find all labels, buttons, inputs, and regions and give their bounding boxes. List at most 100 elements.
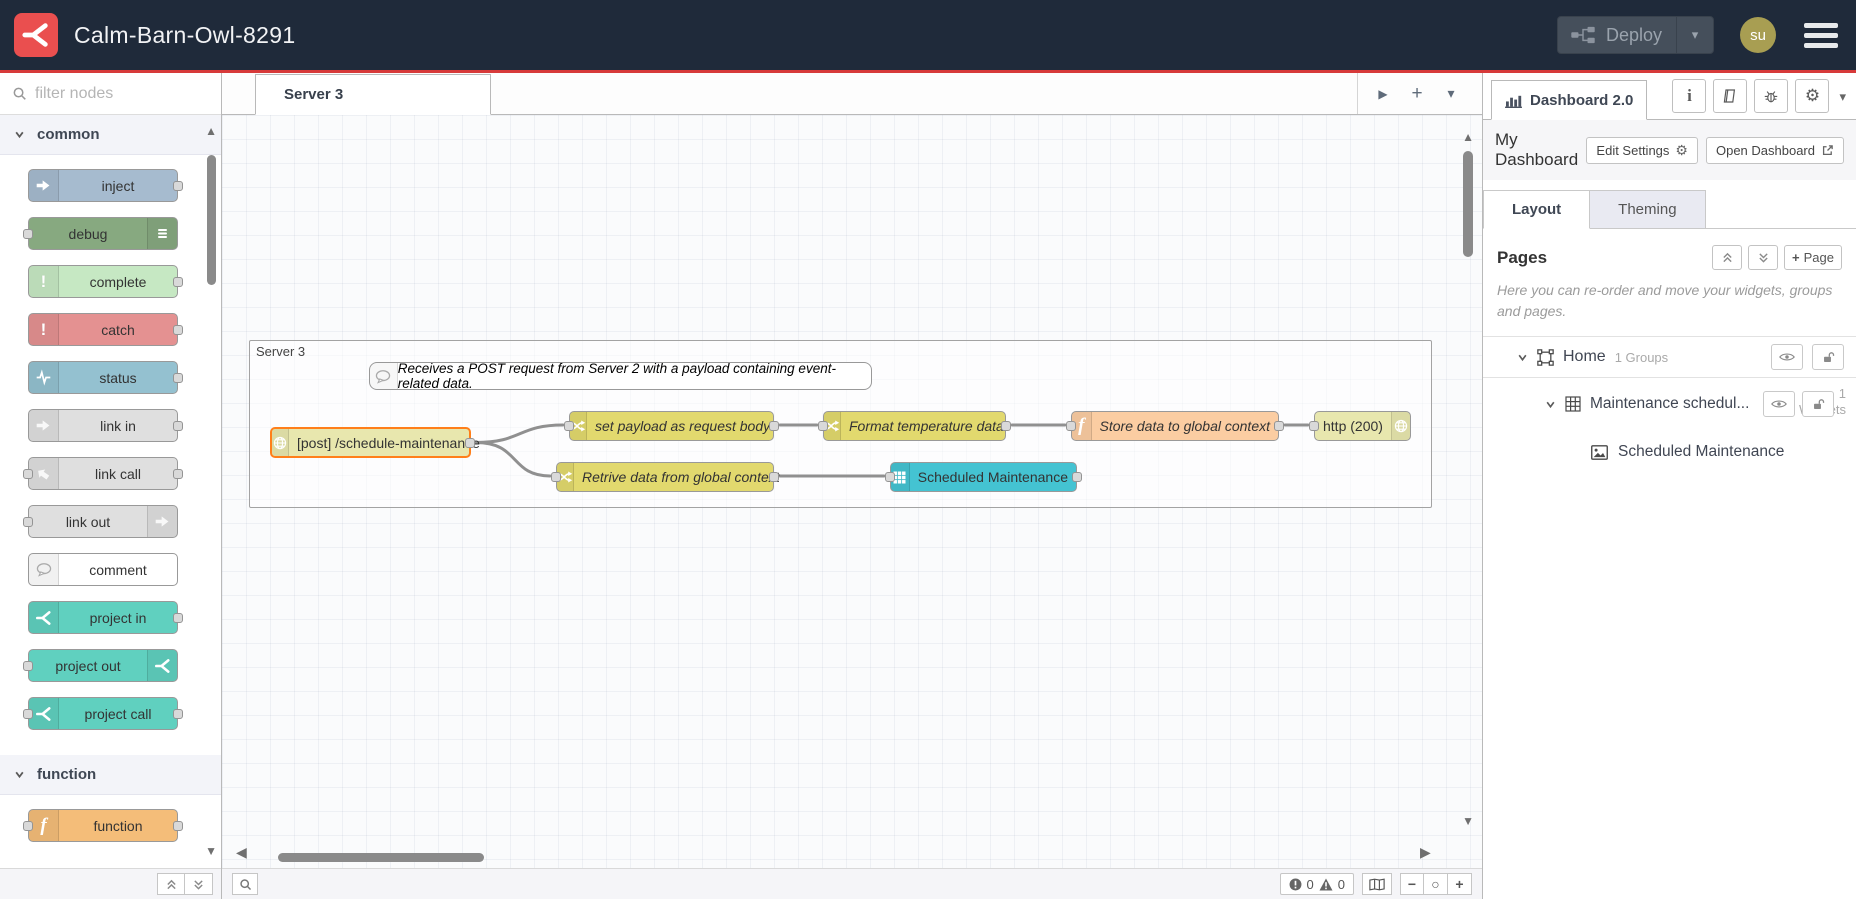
output-port[interactable] — [173, 276, 183, 287]
palette-filter-input[interactable]: filter nodes — [0, 73, 221, 115]
tree-item-maintenance-group[interactable]: Maintenance schedul... 1 Widgets — [1483, 378, 1856, 430]
flow-node-http-in[interactable]: [post] /schedule-maintenance — [270, 427, 480, 458]
canvas-scroll-down-icon[interactable]: ▼ — [1462, 815, 1474, 827]
input-port[interactable] — [818, 421, 828, 431]
output-port[interactable] — [173, 372, 183, 383]
info-button[interactable]: i — [1672, 79, 1707, 113]
sidebar-tab-dashboard[interactable]: Dashboard 2.0 — [1491, 80, 1648, 120]
output-port[interactable] — [173, 612, 183, 623]
zoom-out-button[interactable]: − — [1400, 873, 1424, 895]
palette-scrollbar-thumb[interactable] — [207, 155, 216, 285]
output-port[interactable] — [1001, 421, 1011, 431]
flow-canvas[interactable]: Server 3 Receives a POST request from Se… — [222, 115, 1482, 868]
input-port[interactable] — [23, 516, 33, 527]
output-port[interactable] — [1072, 472, 1082, 482]
flow-node-store-data[interactable]: f Store data to global context — [1066, 411, 1284, 441]
canvas-scroll-up-icon[interactable]: ▲ — [1462, 131, 1474, 143]
tab-layout[interactable]: Layout — [1483, 190, 1591, 229]
output-port[interactable] — [769, 472, 779, 482]
deploy-options-caret-icon[interactable]: ▾ — [1677, 27, 1713, 43]
tab-list-play-icon[interactable]: ▶ — [1368, 87, 1398, 101]
palette-scroll-down-icon[interactable]: ▼ — [205, 845, 217, 857]
visibility-eye-button[interactable] — [1763, 391, 1795, 417]
flowfuse-logo[interactable] — [14, 13, 58, 57]
palette-node-comment[interactable]: comment — [28, 553, 178, 586]
visibility-eye-button[interactable] — [1771, 344, 1803, 370]
input-port[interactable] — [23, 708, 33, 719]
menu-icon[interactable] — [1804, 22, 1838, 48]
output-port[interactable] — [769, 421, 779, 431]
canvas-search-button[interactable] — [232, 873, 258, 895]
tree-item-scheduled-maintenance-widget[interactable]: Scheduled Maintenance — [1483, 430, 1856, 474]
output-port[interactable] — [173, 708, 183, 719]
input-port[interactable] — [1309, 421, 1319, 431]
tree-item-home[interactable]: Home 1 Groups — [1483, 336, 1856, 378]
config-gear-button[interactable]: ⚙ — [1795, 79, 1830, 113]
deploy-button[interactable]: Deploy ▾ — [1556, 16, 1714, 54]
canvas-scroll-left-icon[interactable]: ◀ — [236, 845, 247, 859]
flow-node-http-response[interactable]: http (200) — [1309, 411, 1411, 441]
canvas-horizontal-scrollbar-thumb[interactable] — [278, 853, 484, 862]
input-port[interactable] — [1066, 421, 1076, 431]
palette-category-function[interactable]: function — [0, 755, 221, 795]
flowfuse-icon — [147, 650, 177, 681]
sidebar-options-caret-icon[interactable]: ▾ — [1839, 89, 1846, 105]
palette-node-debug[interactable]: debug — [23, 217, 178, 250]
flow-node-format-temperature[interactable]: Format temperature data. — [818, 411, 1011, 441]
add-page-button[interactable]: + Page — [1784, 245, 1842, 270]
flow-node-comment[interactable]: Receives a POST request from Server 2 wi… — [369, 361, 872, 391]
flow-list-caret-icon[interactable]: ▾ — [1436, 85, 1466, 102]
output-port[interactable] — [173, 820, 183, 831]
zoom-reset-button[interactable]: ○ — [1424, 873, 1448, 895]
move-page-down-button[interactable] — [1748, 245, 1779, 270]
input-port[interactable] — [23, 228, 33, 239]
user-avatar[interactable]: su — [1740, 17, 1776, 53]
open-dashboard-button[interactable]: Open Dashboard — [1705, 136, 1844, 164]
notification-counts[interactable]: 0 0 — [1279, 873, 1354, 895]
edit-settings-button[interactable]: Edit Settings ⚙ — [1586, 136, 1698, 164]
minimap-button[interactable] — [1362, 873, 1392, 895]
palette-node-status[interactable]: status — [28, 361, 183, 394]
input-port[interactable] — [23, 820, 33, 831]
palette-node-catch[interactable]: ! catch — [28, 313, 183, 346]
palette-scroll-up-icon[interactable]: ▲ — [205, 125, 217, 137]
palette-node-link-in[interactable]: link in — [28, 409, 183, 442]
input-port[interactable] — [564, 421, 574, 431]
add-flow-button[interactable]: + — [1402, 83, 1432, 105]
palette-node-link-out[interactable]: link out — [23, 505, 178, 538]
debug-bug-button[interactable] — [1754, 79, 1789, 113]
zoom-in-button[interactable]: + — [1448, 873, 1472, 895]
move-page-up-button[interactable] — [1712, 245, 1743, 270]
input-port[interactable] — [23, 660, 33, 671]
palette-node-project-call[interactable]: project call — [23, 697, 183, 730]
input-port[interactable] — [551, 472, 561, 482]
expand-all-button[interactable] — [185, 873, 213, 895]
palette-node-project-in[interactable]: project in — [28, 601, 183, 634]
output-port[interactable] — [465, 437, 475, 448]
canvas-scroll-right-icon[interactable]: ▶ — [1420, 845, 1431, 859]
palette-node-project-out[interactable]: project out — [23, 649, 178, 682]
output-port[interactable] — [173, 180, 183, 191]
canvas-vertical-scrollbar-thumb[interactable] — [1463, 151, 1473, 257]
tab-theming[interactable]: Theming — [1590, 190, 1706, 229]
flow-tab-server-3[interactable]: Server 3 — [255, 74, 491, 115]
output-port[interactable] — [173, 420, 183, 431]
output-port[interactable] — [1274, 421, 1284, 431]
unlock-button[interactable] — [1802, 391, 1834, 417]
collapse-all-button[interactable] — [157, 873, 185, 895]
flow-node-scheduled-maintenance[interactable]: Scheduled Maintenance — [885, 462, 1082, 492]
palette-node-link-call[interactable]: link call — [23, 457, 183, 490]
palette-category-common[interactable]: common — [0, 115, 221, 155]
input-port[interactable] — [885, 472, 895, 482]
unlock-button[interactable] — [1812, 344, 1844, 370]
palette-node-complete[interactable]: ! complete — [28, 265, 183, 298]
flow-node-retrieve-data[interactable]: Retrive data from global context — [551, 462, 780, 492]
output-port[interactable] — [173, 468, 183, 479]
search-icon — [13, 87, 26, 100]
flow-node-set-payload[interactable]: set payload as request body — [564, 411, 779, 441]
input-port[interactable] — [23, 468, 33, 479]
palette-node-inject[interactable]: inject — [28, 169, 183, 202]
output-port[interactable] — [173, 324, 183, 335]
docs-button[interactable] — [1713, 79, 1748, 113]
palette-node-function[interactable]: f function — [23, 809, 183, 842]
